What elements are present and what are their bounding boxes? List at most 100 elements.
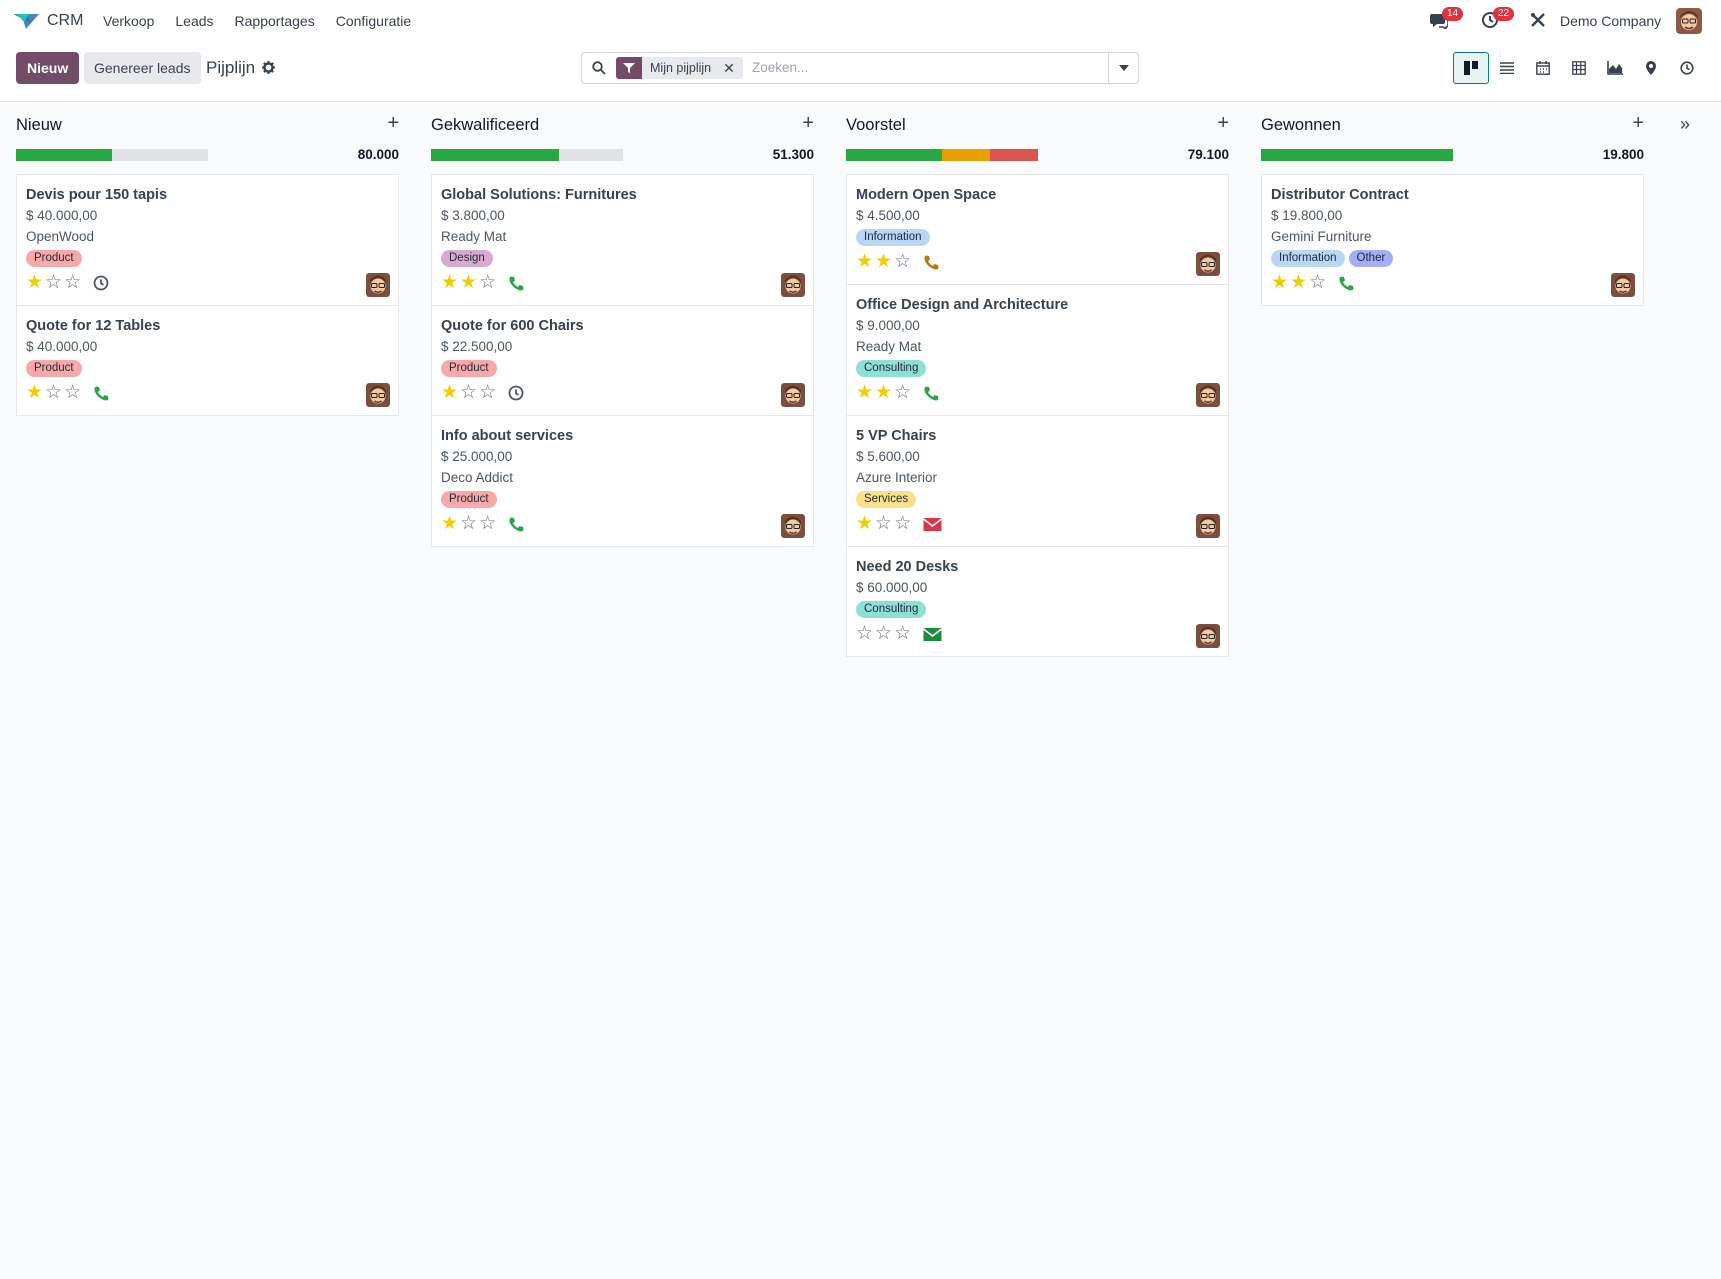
star-icon[interactable]: ★ xyxy=(26,273,43,293)
view-map-button[interactable] xyxy=(1633,52,1669,84)
star-icon[interactable]: ☆ xyxy=(45,383,62,403)
app-name[interactable]: CRM xyxy=(47,12,83,30)
star-icon[interactable]: ☆ xyxy=(894,383,911,403)
envelope-icon[interactable] xyxy=(923,516,943,532)
star-icon[interactable]: ☆ xyxy=(45,273,62,293)
phone-icon[interactable] xyxy=(93,385,109,401)
menu-item-rapportages[interactable]: Rapportages xyxy=(235,13,315,29)
star-icon[interactable]: ☆ xyxy=(1309,273,1326,293)
salesperson-avatar[interactable] xyxy=(781,273,805,297)
company-switcher[interactable]: Demo Company xyxy=(1560,13,1661,29)
add-card-icon[interactable]: + xyxy=(387,113,399,133)
menu-item-configuratie[interactable]: Configuratie xyxy=(336,13,412,29)
debug-tools-button[interactable] xyxy=(1530,12,1546,31)
salesperson-avatar[interactable] xyxy=(366,383,390,407)
view-activity-button[interactable] xyxy=(1669,52,1705,84)
view-pivot-button[interactable] xyxy=(1561,52,1597,84)
salesperson-avatar[interactable] xyxy=(1196,514,1220,538)
star-icon[interactable]: ★ xyxy=(460,273,477,293)
star-icon[interactable]: ★ xyxy=(875,383,892,403)
kanban-card[interactable]: Modern Open Space $ 4.500,00 Information ★ ★… xyxy=(846,174,1229,285)
salesperson-avatar[interactable] xyxy=(1196,252,1220,276)
salesperson-avatar[interactable] xyxy=(781,514,805,538)
search-options-toggle[interactable] xyxy=(1108,53,1138,83)
phone-icon[interactable] xyxy=(923,254,939,270)
salesperson-avatar[interactable] xyxy=(1196,383,1220,407)
kanban-card[interactable]: Distributor Contract $ 19.800,00 Gemini Fu… xyxy=(1261,174,1644,306)
view-graph-button[interactable] xyxy=(1597,52,1633,84)
progress-segment[interactable] xyxy=(846,149,942,161)
crm-logo-icon[interactable] xyxy=(12,11,40,31)
clock-icon[interactable] xyxy=(508,385,524,401)
view-list-button[interactable] xyxy=(1489,52,1525,84)
star-icon[interactable]: ★ xyxy=(26,383,43,403)
activity-indicator[interactable] xyxy=(923,254,939,270)
gear-icon[interactable] xyxy=(262,61,275,74)
activity-indicator[interactable] xyxy=(93,385,109,401)
star-icon[interactable]: ☆ xyxy=(479,514,496,534)
star-icon[interactable]: ☆ xyxy=(894,252,911,272)
messages-button[interactable]: 14 xyxy=(1430,7,1464,32)
add-card-icon[interactable]: + xyxy=(1632,113,1644,133)
star-icon[interactable]: ★ xyxy=(441,273,458,293)
column-progress-bar[interactable] xyxy=(16,149,208,161)
view-kanban-button[interactable] xyxy=(1453,52,1489,84)
progress-segment[interactable] xyxy=(431,149,560,161)
activity-indicator[interactable] xyxy=(508,516,524,532)
kanban-card[interactable]: Office Design and Architecture $ 9.000,00… xyxy=(846,284,1229,416)
kanban-card[interactable]: Quote for 600 Chairs $ 22.500,00 Product ★ ☆… xyxy=(431,305,814,416)
phone-icon[interactable] xyxy=(508,516,524,532)
star-icon[interactable]: ☆ xyxy=(64,273,81,293)
activity-indicator[interactable] xyxy=(508,385,524,401)
column-progress-bar[interactable] xyxy=(846,149,1038,161)
star-icon[interactable]: ☆ xyxy=(64,383,81,403)
add-card-icon[interactable]: + xyxy=(802,113,814,133)
search-input[interactable] xyxy=(752,60,1052,75)
activities-button[interactable]: 22 xyxy=(1481,7,1515,32)
star-icon[interactable]: ★ xyxy=(856,514,873,534)
column-progress-bar[interactable] xyxy=(431,149,623,161)
star-icon[interactable]: ☆ xyxy=(460,383,477,403)
activity-indicator[interactable] xyxy=(508,275,524,291)
star-icon[interactable]: ★ xyxy=(875,252,892,272)
envelope-icon[interactable] xyxy=(923,626,943,642)
add-card-icon[interactable]: + xyxy=(1217,113,1229,133)
star-icon[interactable]: ★ xyxy=(441,383,458,403)
star-icon[interactable]: ☆ xyxy=(479,273,496,293)
star-icon[interactable]: ★ xyxy=(441,514,458,534)
new-button[interactable]: Nieuw xyxy=(16,52,80,84)
star-icon[interactable]: ☆ xyxy=(460,514,477,534)
activity-indicator[interactable] xyxy=(93,275,109,291)
kanban-card[interactable]: Global Solutions: Furnitures $ 3.800,00 Re… xyxy=(431,174,814,306)
progress-segment[interactable] xyxy=(942,149,990,161)
search-icon[interactable] xyxy=(592,61,606,75)
phone-icon[interactable] xyxy=(1338,275,1354,291)
salesperson-avatar[interactable] xyxy=(781,383,805,407)
salesperson-avatar[interactable] xyxy=(366,273,390,297)
star-icon[interactable]: ☆ xyxy=(894,514,911,534)
star-icon[interactable]: ☆ xyxy=(856,624,873,644)
clock-icon[interactable] xyxy=(93,275,109,291)
activity-indicator[interactable] xyxy=(923,385,939,401)
kanban-card[interactable]: Devis pour 150 tapis $ 40.000,00 OpenWood P… xyxy=(16,174,399,306)
column-progress-bar[interactable] xyxy=(1261,149,1453,161)
activity-indicator[interactable] xyxy=(923,626,943,642)
activity-indicator[interactable] xyxy=(923,516,943,532)
progress-segment[interactable] xyxy=(990,149,1038,161)
star-icon[interactable]: ★ xyxy=(1290,273,1307,293)
user-avatar-icon[interactable] xyxy=(1676,8,1702,34)
kanban-card[interactable]: Info about services $ 25.000,00 Deco Addic… xyxy=(431,415,814,547)
menu-item-leads[interactable]: Leads xyxy=(175,13,213,29)
phone-icon[interactable] xyxy=(508,275,524,291)
kanban-card[interactable]: Quote for 12 Tables $ 40.000,00 Product ★ ☆ ☆ xyxy=(16,305,399,416)
star-icon[interactable]: ☆ xyxy=(894,624,911,644)
view-calendar-button[interactable] xyxy=(1525,52,1561,84)
fold-columns-icon[interactable]: » xyxy=(1680,114,1690,135)
star-icon[interactable]: ☆ xyxy=(875,624,892,644)
activity-indicator[interactable] xyxy=(1338,275,1354,291)
star-icon[interactable]: ☆ xyxy=(875,514,892,534)
progress-segment[interactable] xyxy=(1261,149,1453,161)
menu-item-verkoop[interactable]: Verkoop xyxy=(103,13,154,29)
progress-segment[interactable] xyxy=(16,149,112,161)
star-icon[interactable]: ★ xyxy=(1271,273,1288,293)
